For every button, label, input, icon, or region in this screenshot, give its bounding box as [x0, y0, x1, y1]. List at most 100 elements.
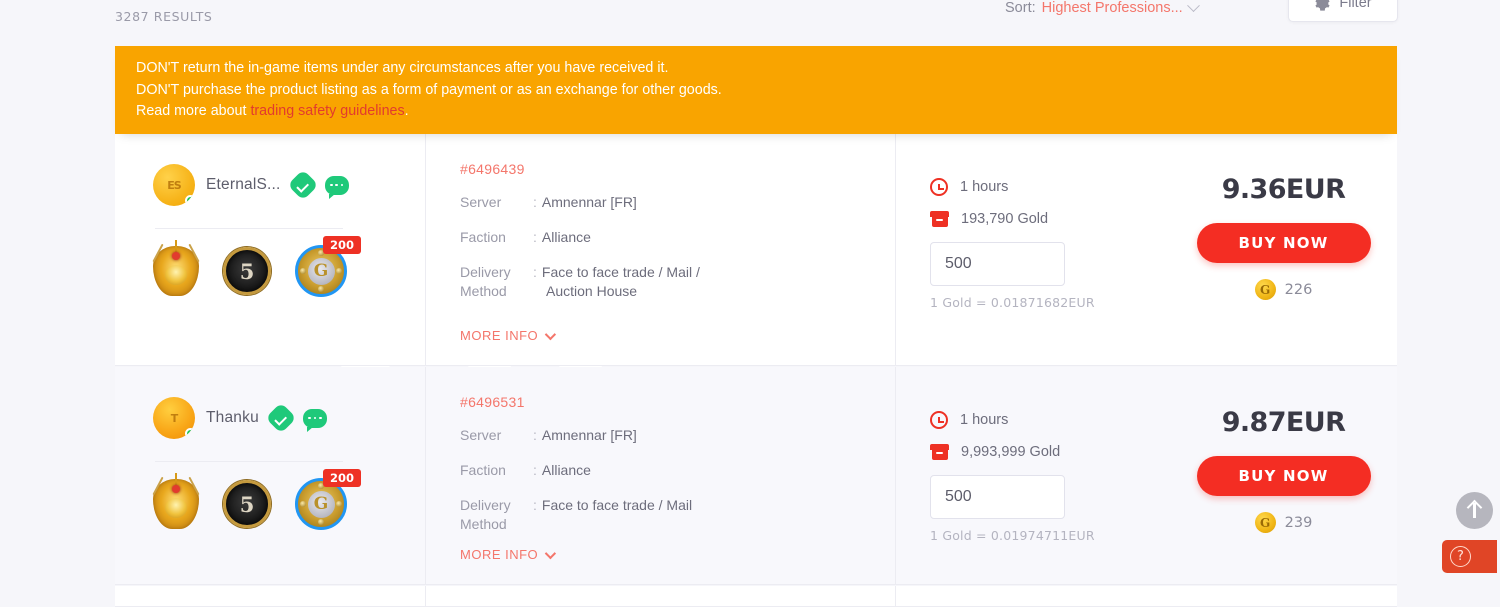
buy-column: [1170, 586, 1397, 607]
listing-info-column: #6496439 Server : Amnennar [FR] Faction :…: [425, 134, 895, 365]
spec-value-server: : Amnennar [FR]: [533, 193, 637, 212]
quantity-input[interactable]: [930, 242, 1065, 286]
seller-badges: 5 G 200: [152, 236, 425, 297]
listing-info-column: #6496531 Server : Amnennar [FR] Faction :…: [425, 367, 895, 584]
filter-button[interactable]: Filter: [1288, 0, 1398, 22]
spec-value-faction: : Alliance: [533, 228, 591, 247]
more-info-toggle[interactable]: MORE INFO: [460, 328, 557, 343]
price: 9.36EUR: [1221, 174, 1346, 205]
colon: :: [533, 229, 537, 245]
colon: :: [533, 497, 537, 513]
coin-letter: G: [307, 257, 335, 285]
chevron-down-icon: [1186, 0, 1200, 12]
spec-server: Server : Amnennar [FR]: [460, 426, 895, 445]
listing-card-partial[interactable]: [115, 586, 1397, 607]
stock-row: 9,993,999 Gold: [930, 444, 1170, 460]
banner-line-1: DON'T return the in-game items under any…: [136, 60, 669, 76]
chevron-down-icon: [544, 328, 557, 340]
listing-id[interactable]: #6496531: [460, 394, 895, 410]
avatar[interactable]: T: [153, 397, 195, 439]
chat-icon[interactable]: [324, 175, 349, 199]
trading-safety-guidelines-link[interactable]: trading safety guidelines: [250, 103, 404, 119]
arrow-up-icon: [1473, 503, 1476, 518]
stock-box-icon: [930, 211, 949, 227]
stock-column: [895, 586, 1170, 607]
chat-icon[interactable]: [302, 408, 327, 432]
points-row: G 239: [1254, 512, 1313, 533]
clock-icon: [930, 178, 948, 196]
seller-name[interactable]: Thanku: [206, 409, 259, 427]
stock-amount: 9,993,999 Gold: [961, 444, 1061, 460]
sort-control[interactable]: Sort: Highest Professions...: [1005, 0, 1200, 16]
seller-divider: [155, 461, 343, 462]
server-value: Amnennar [FR]: [541, 427, 637, 443]
spec-label-server: Server: [460, 427, 502, 443]
delivery-label-line2: Method: [460, 283, 507, 299]
points-value: 239: [1284, 514, 1313, 531]
avatar-initials: ES: [167, 178, 181, 192]
more-info-label: MORE INFO: [460, 328, 539, 343]
points-value: 226: [1284, 281, 1313, 298]
more-info-toggle[interactable]: MORE INFO: [460, 547, 557, 562]
verified-badge-icon: [287, 169, 319, 201]
delivery-time-row: 1 hours: [930, 411, 1170, 429]
exchange-rate: 1 Gold = 0.01974711EUR: [930, 528, 1095, 543]
faction-value: Alliance: [541, 462, 591, 478]
help-button[interactable]: ?: [1442, 540, 1497, 573]
more-info-label: MORE INFO: [460, 547, 539, 562]
level-badge-icon: 5: [223, 247, 271, 295]
quantity-input[interactable]: [930, 475, 1065, 519]
seller-column: T Thanku 5 G 200: [115, 367, 425, 584]
spec-server: Server : Amnennar [FR]: [460, 193, 895, 212]
stock-row: 193,790 Gold: [930, 211, 1170, 227]
question-mark-icon: ?: [1450, 546, 1471, 567]
sort-label: Sort:: [1005, 0, 1036, 16]
delivery-label-line1: Delivery: [460, 264, 511, 280]
delivery-time: 1 hours: [960, 179, 1009, 195]
banner-line-2: DON'T purchase the product listing as a …: [136, 81, 722, 98]
spec-label-delivery: Delivery Method: [460, 496, 533, 534]
verified-badge-icon: [265, 402, 297, 434]
chevron-down-icon: [544, 547, 557, 559]
spec-value-delivery: : Face to face trade / Mail: [533, 496, 692, 534]
level-badge-icon: 5: [223, 480, 271, 528]
listing-card[interactable]: T Thanku 5 G 200 #6496531 Server: Amnen…: [115, 367, 1397, 585]
seller-header: T Thanku: [153, 397, 425, 439]
seller-column: ES EternalS... 5 G 200: [115, 134, 425, 365]
spec-value-faction: : Alliance: [533, 461, 591, 480]
stock-column: 1 hours 193,790 Gold 1 Gold = 0.01871682…: [895, 134, 1170, 365]
sort-value[interactable]: Highest Professions...: [1042, 0, 1183, 16]
points-coin-icon: G: [1254, 279, 1276, 300]
page-root: PAYMENT 20 یک پرداخت خوب ◈ ◈ ◈ 3287 RESU…: [0, 0, 1500, 607]
crest-badge-icon: [152, 476, 200, 529]
listing-card[interactable]: ES EternalS... 5 G 200 #6496439 Server:…: [115, 134, 1397, 366]
delivery-line1: Face to face trade / Mail /: [541, 264, 700, 280]
coin-badge-icon: G 200: [295, 469, 361, 530]
delivery-time: 1 hours: [960, 412, 1009, 428]
stock-amount: 193,790 Gold: [961, 211, 1049, 227]
online-status-dot: [185, 428, 195, 439]
colon: :: [533, 264, 537, 280]
seller-name[interactable]: EternalS...: [206, 176, 281, 194]
delivery-line1: Face to face trade / Mail: [541, 497, 693, 513]
buy-now-button[interactable]: BUY NOW: [1196, 456, 1371, 496]
banner-line-3: Read more about trading safety guideline…: [136, 101, 1397, 123]
listing-id[interactable]: #6496439: [460, 161, 895, 177]
listing-info-column: [425, 586, 895, 607]
stock-column: 1 hours 9,993,999 Gold 1 Gold = 0.019747…: [895, 367, 1170, 584]
buy-now-button[interactable]: BUY NOW: [1196, 223, 1371, 263]
coin-count-badge: 200: [322, 236, 361, 254]
avatar[interactable]: ES: [153, 164, 195, 206]
scroll-to-top-button[interactable]: [1456, 492, 1493, 529]
points-coin-icon: G: [1254, 512, 1276, 533]
coin-letter: G: [307, 490, 335, 518]
seller-divider: [155, 228, 343, 229]
spec-faction: Faction : Alliance: [460, 228, 895, 247]
buy-column: 9.87EUR BUY NOW G 239: [1170, 367, 1397, 584]
seller-badges: 5 G 200: [152, 469, 425, 530]
seller-column: [115, 586, 425, 607]
spec-delivery: Delivery Method : Face to face trade / Ma…: [460, 263, 895, 301]
spec-label-delivery: Delivery Method: [460, 263, 533, 301]
trading-warning-banner: DON'T return the in-game items under any…: [115, 46, 1397, 134]
exchange-rate: 1 Gold = 0.01871682EUR: [930, 295, 1095, 310]
